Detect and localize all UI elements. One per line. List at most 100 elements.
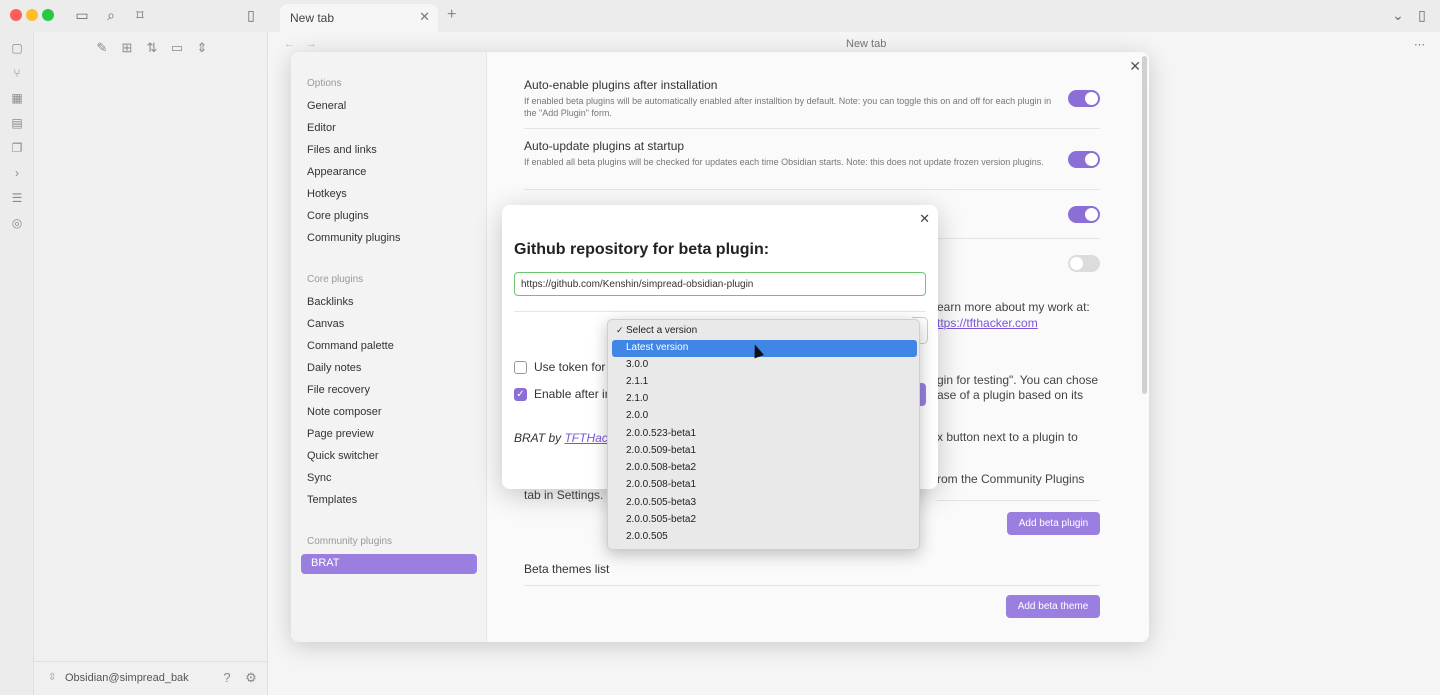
nav-item-sync[interactable]: Sync — [307, 472, 331, 484]
nav-item-command-palette[interactable]: Command palette — [307, 340, 394, 352]
add-beta-theme-button[interactable]: Add beta theme — [1006, 595, 1100, 618]
description-line: gin for testing". You can chose — [937, 373, 1099, 387]
brat-credit: BRAT by TFTHack — [514, 431, 614, 445]
forward-icon[interactable]: → — [306, 38, 317, 50]
checkmark-icon: ✓ — [616, 325, 624, 335]
nav-heading-community-plugins: Community plugins — [307, 536, 393, 547]
command-palette-icon[interactable]: › — [9, 165, 25, 181]
credit-prefix: BRAT by — [514, 431, 565, 445]
nav-item-editor[interactable]: Editor — [307, 122, 336, 134]
tab-close-icon[interactable]: ✕ — [419, 9, 430, 25]
use-token-checkbox[interactable] — [514, 361, 527, 374]
nav-item-quick-switcher[interactable]: Quick switcher — [307, 450, 379, 462]
new-tab-icon[interactable]: + — [447, 6, 456, 24]
divider — [524, 189, 1100, 190]
tfthacker-link[interactable]: ttps://tfthacker.com — [937, 316, 1038, 330]
version-option[interactable]: 2.0.0.523-beta1 — [612, 426, 917, 443]
settings-close-icon[interactable]: ✕ — [1129, 58, 1141, 75]
right-sidebar-toggle-icon[interactable]: ▯ — [1413, 7, 1431, 23]
tab-list-chevron-icon[interactable]: ⌄ — [1389, 7, 1407, 23]
nav-heading-options: Options — [307, 78, 342, 89]
close-window-button[interactable] — [10, 9, 22, 21]
sort-icon[interactable]: ⇅ — [144, 40, 160, 56]
nav-item-file-recovery[interactable]: File recovery — [307, 384, 370, 396]
option-title: Auto-enable plugins after installation — [524, 78, 718, 92]
version-option[interactable]: ✓ Select a version — [612, 323, 917, 340]
vault-name: Obsidian@simpread_bak — [65, 672, 189, 684]
folder-icon[interactable]: ▭ — [73, 7, 91, 23]
nav-item-note-composer[interactable]: Note composer — [307, 406, 382, 418]
version-option[interactable]: 3.0.0 — [612, 357, 917, 374]
version-option[interactable]: 2.0.0.505-beta3 — [612, 495, 917, 512]
maximize-window-button[interactable] — [42, 9, 54, 21]
bookmark-icon[interactable]: ⌑ — [131, 7, 149, 23]
nav-item-canvas[interactable]: Canvas — [307, 318, 344, 330]
nav-item-general[interactable]: General — [307, 100, 346, 112]
divider — [937, 500, 1100, 501]
sidebar-toggle-icon[interactable]: ▯ — [242, 7, 260, 23]
repo-url-input[interactable] — [514, 272, 926, 296]
enable-after-install-checkbox[interactable]: ✓ — [514, 388, 527, 401]
option-title: Auto-update plugins at startup — [524, 139, 685, 153]
tab-label: New tab — [290, 11, 335, 25]
new-note-icon[interactable]: ✎ — [94, 40, 110, 56]
setting-toggle-3[interactable] — [1068, 206, 1100, 223]
nav-item-templates[interactable]: Templates — [307, 494, 357, 506]
option-auto-enable: Auto-enable plugins after installation I… — [524, 78, 1100, 119]
nav-item-daily-notes[interactable]: Daily notes — [307, 362, 361, 374]
nav-item-community-plugins[interactable]: Community plugins — [307, 232, 401, 244]
version-option[interactable]: 2.0.0.508-beta1 — [612, 477, 917, 494]
nav-item-core-plugins[interactable]: Core plugins — [307, 210, 369, 222]
outline-icon[interactable]: ☰ — [9, 190, 25, 206]
option-auto-update: Auto-update plugins at startup If enable… — [524, 139, 1100, 168]
vault-switcher[interactable]: ⇳ Obsidian@simpread_bak ? ⚙ — [34, 661, 268, 695]
sync-icon[interactable]: ◎ — [9, 215, 25, 231]
settings-scrollbar[interactable] — [1142, 56, 1147, 394]
minimize-window-button[interactable] — [26, 9, 38, 21]
open-quick-switcher-icon[interactable]: ▢ — [9, 40, 25, 56]
nav-item-files-and-links[interactable]: Files and links — [307, 144, 377, 156]
description-line: x button next to a plugin to — [937, 430, 1078, 444]
tab-new-tab[interactable]: New tab ✕ — [280, 4, 438, 32]
nav-heading-core-plugins: Core plugins — [307, 274, 364, 285]
version-option-highlighted[interactable]: Latest version — [612, 340, 917, 357]
canvas-icon[interactable]: ▦ — [9, 90, 25, 106]
use-token-label: Use token for — [534, 360, 606, 374]
expand-icon[interactable]: ⇕ — [194, 40, 210, 56]
modal-close-icon[interactable]: ✕ — [919, 211, 930, 227]
option-label: Select a version — [626, 325, 698, 336]
templates-icon[interactable]: ❐ — [9, 140, 25, 156]
nav-item-backlinks[interactable]: Backlinks — [307, 296, 353, 308]
option-description: If enabled all beta plugins will be chec… — [524, 157, 1044, 167]
divider — [524, 585, 1100, 586]
description-line: rom the Community Plugins — [937, 472, 1085, 486]
version-option[interactable]: 2.1.0 — [612, 391, 917, 408]
new-folder-icon[interactable]: ⊞ — [119, 40, 135, 56]
auto-enable-toggle[interactable] — [1068, 90, 1100, 107]
graph-view-icon[interactable]: ⑂ — [9, 65, 25, 81]
settings-gear-icon[interactable]: ⚙ — [243, 670, 259, 686]
version-option[interactable]: 2.0.0.509-beta1 — [612, 443, 917, 460]
add-beta-plugin-button[interactable]: Add beta plugin — [1007, 512, 1100, 535]
collapse-all-icon[interactable]: ▭ — [169, 40, 185, 56]
nav-item-hotkeys[interactable]: Hotkeys — [307, 188, 347, 200]
back-icon[interactable]: ← — [284, 38, 295, 50]
option-description: If enabled beta plugins will be automati… — [524, 96, 1052, 118]
version-option[interactable]: 2.0.0.505 — [612, 529, 917, 546]
search-icon[interactable]: ⌕ — [102, 7, 120, 23]
daily-note-icon[interactable]: ▤ — [9, 115, 25, 131]
version-option[interactable]: 2.0.0.505-beta2 — [612, 512, 917, 529]
more-options-icon[interactable]: ⋯ — [1414, 38, 1425, 51]
divider — [514, 311, 926, 312]
version-option[interactable]: 2.1.1 — [612, 374, 917, 391]
nav-item-brat[interactable]: BRAT — [301, 554, 477, 574]
version-option[interactable]: 2.0.0.508-beta2 — [612, 460, 917, 477]
setting-toggle-4[interactable] — [1068, 255, 1100, 272]
auto-update-toggle[interactable] — [1068, 151, 1100, 168]
divider — [524, 128, 1100, 129]
version-option[interactable]: 2.0.0 — [612, 408, 917, 425]
help-icon[interactable]: ? — [219, 670, 235, 686]
nav-item-page-preview[interactable]: Page preview — [307, 428, 374, 440]
settings-nav: Options General Editor Files and links A… — [291, 52, 487, 642]
nav-item-appearance[interactable]: Appearance — [307, 166, 366, 178]
